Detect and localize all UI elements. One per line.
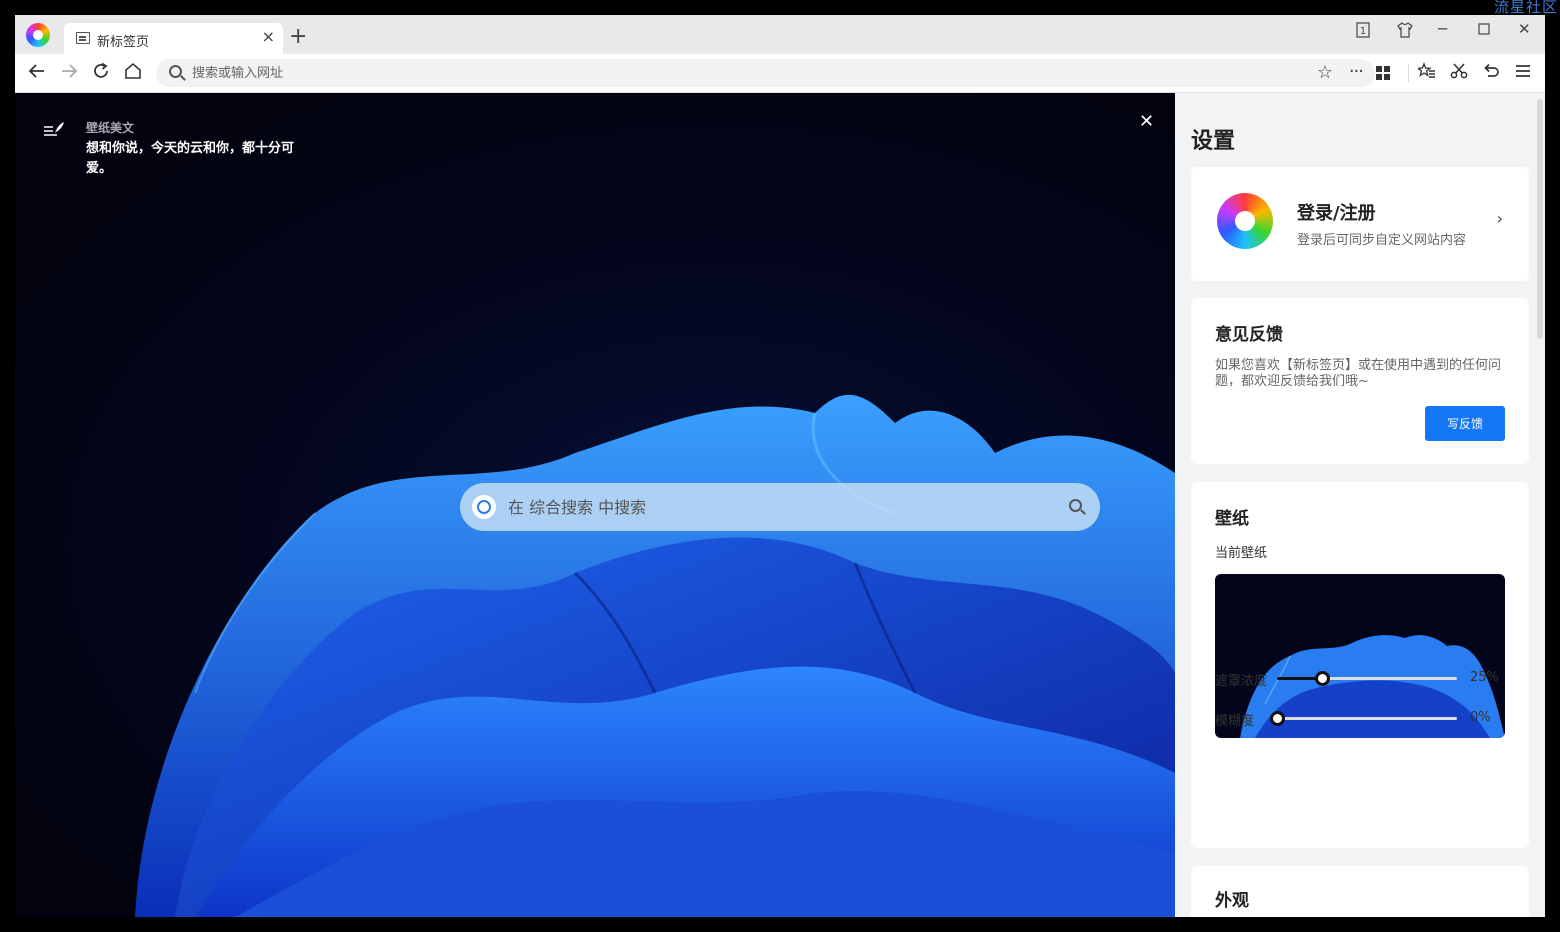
slider-handle[interactable] <box>1270 711 1285 726</box>
quill-icon <box>44 122 64 136</box>
browser-logo-icon <box>1217 193 1273 249</box>
maximize-icon[interactable] <box>1478 22 1490 38</box>
slider-track[interactable] <box>1277 671 1457 686</box>
mask-opacity-value: 25% <box>1470 670 1499 685</box>
mask-opacity-label: 遮罩浓度 <box>1215 674 1268 689</box>
star-icon[interactable]: ☆ <box>1317 62 1333 83</box>
search-icon[interactable] <box>1069 499 1082 512</box>
address-bar[interactable]: ☆ ··· <box>156 59 1375 87</box>
wallpaper-title: 壁纸 <box>1215 509 1249 529</box>
more-icon[interactable]: ··· <box>1349 61 1364 82</box>
settings-panel: 设置 登录/注册 登录后可同步自定义网站内容 › 意见反馈 如果您喜欢【新标签页… <box>1175 93 1545 917</box>
search-box[interactable] <box>460 483 1100 531</box>
new-tab-page: 壁纸美文 想和你说，今天的云和你，都十分可爱。 ✕ <box>15 93 1175 917</box>
favorites-icon[interactable] <box>1416 62 1436 85</box>
close-icon[interactable]: × <box>262 29 275 45</box>
grid-icon[interactable] <box>1376 66 1390 80</box>
slider-handle[interactable] <box>1315 671 1330 686</box>
blur-slider[interactable]: 模糊度 0% <box>1215 708 1505 729</box>
feedback-card: 意见反馈 如果您喜欢【新标签页】或在使用中遇到的任何问题，都欢迎反馈给我们哦~ … <box>1191 298 1529 464</box>
toolbar-divider <box>1408 64 1409 82</box>
current-wallpaper-label: 当前壁纸 <box>1215 546 1268 561</box>
home-icon[interactable] <box>124 62 142 85</box>
write-feedback-button[interactable]: 写反馈 <box>1425 406 1505 441</box>
tab-counter-icon[interactable]: 1 <box>1356 22 1370 41</box>
tab-strip: 新标签页 × + 1 ─ ✕ <box>15 15 1545 54</box>
search-engine-icon[interactable] <box>472 495 496 519</box>
appearance-title: 外观 <box>1215 891 1249 911</box>
plus-icon[interactable]: + <box>289 26 307 48</box>
scrollbar[interactable] <box>1537 99 1543 339</box>
scissors-icon[interactable] <box>1450 62 1468 85</box>
address-input[interactable] <box>192 59 1272 87</box>
quote-heading: 壁纸美文 <box>86 121 135 135</box>
tab-new-tab[interactable]: 新标签页 × <box>64 23 283 54</box>
skin-icon[interactable] <box>1397 22 1413 41</box>
blur-label: 模糊度 <box>1215 714 1255 729</box>
login-title: 登录/注册 <box>1297 203 1376 224</box>
search-icon <box>169 65 182 78</box>
quote-text: 想和你说，今天的云和你，都十分可爱。 <box>86 141 295 176</box>
search-input[interactable] <box>508 483 1048 531</box>
feedback-title: 意见反馈 <box>1215 325 1283 345</box>
svg-text:1: 1 <box>1360 26 1366 37</box>
feedback-description: 如果您喜欢【新标签页】或在使用中遇到的任何问题，都欢迎反馈给我们哦~ <box>1215 358 1502 389</box>
undo-icon[interactable] <box>1482 62 1500 85</box>
browser-window: 新标签页 × + 1 ─ ✕ ☆ ·· <box>15 15 1545 917</box>
arrow-left-icon[interactable] <box>28 62 46 85</box>
page-icon <box>76 32 90 44</box>
reload-icon[interactable] <box>92 62 110 85</box>
mask-opacity-slider[interactable]: 遮罩浓度 25% <box>1215 668 1505 689</box>
chevron-right-icon: › <box>1496 209 1503 228</box>
hamburger-menu-icon[interactable] <box>1515 62 1531 85</box>
browser-logo-icon[interactable] <box>26 23 50 47</box>
appearance-card: 外观 <box>1191 866 1529 917</box>
settings-title: 设置 <box>1191 129 1236 154</box>
login-card[interactable]: 登录/注册 登录后可同步自定义网站内容 › <box>1191 167 1529 281</box>
blur-value: 0% <box>1470 710 1491 725</box>
window-close-icon[interactable]: ✕ <box>1518 21 1531 37</box>
arrow-right-icon[interactable] <box>60 62 78 85</box>
slider-track[interactable] <box>1270 711 1457 726</box>
wallpaper-card: 壁纸 当前壁纸 遮罩浓度 25% 模糊度 0% <box>1191 482 1529 848</box>
tab-title: 新标签页 <box>97 35 150 50</box>
close-icon[interactable]: ✕ <box>1139 113 1154 131</box>
minimize-icon[interactable]: ─ <box>1438 21 1447 37</box>
toolbar: ☆ ··· <box>15 54 1545 93</box>
login-subtitle: 登录后可同步自定义网站内容 <box>1297 233 1467 248</box>
